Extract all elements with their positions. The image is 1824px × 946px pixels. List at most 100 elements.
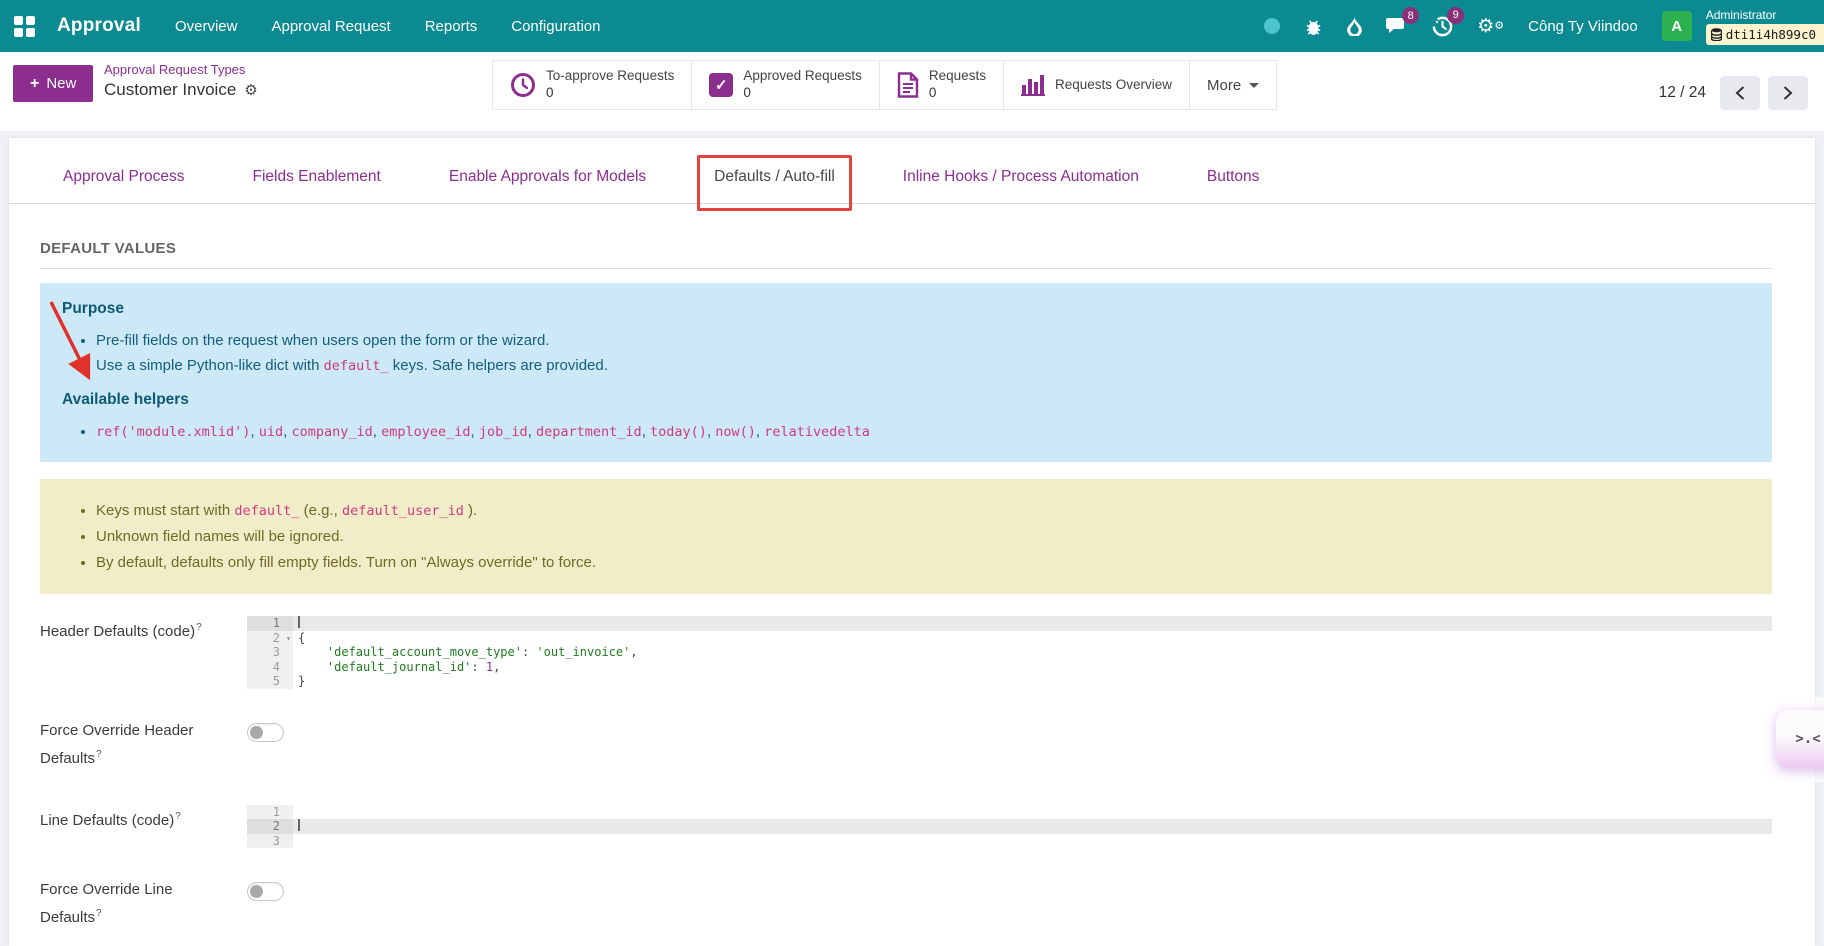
purpose-heading: Purpose bbox=[62, 300, 1750, 318]
record-title: Customer Invoice bbox=[104, 80, 236, 100]
bug-icon[interactable] bbox=[1304, 17, 1323, 36]
actions-gear-icon[interactable]: ⚙ bbox=[244, 81, 257, 99]
user-block[interactable]: Administrator dti1i4h899c0 bbox=[1706, 8, 1824, 45]
force-override-header-toggle[interactable] bbox=[247, 723, 284, 742]
menu-overview[interactable]: Overview bbox=[175, 18, 238, 35]
header-defaults-row: Header Defaults (code)? 1 2▾ 3 4 5 { bbox=[40, 616, 1772, 689]
help-icon[interactable]: ? bbox=[196, 622, 202, 633]
presence-dot-icon bbox=[1264, 18, 1280, 34]
database-badge: dti1i4h899c0 bbox=[1706, 24, 1824, 45]
tab-approval-process[interactable]: Approval Process bbox=[63, 168, 184, 186]
helpers-bullet: ref('module.xmlid'), uid, company_id, em… bbox=[96, 419, 1750, 445]
activities-badge: 9 bbox=[1447, 7, 1464, 24]
form-sheet: Approval Process Fields Enablement Enabl… bbox=[9, 138, 1815, 946]
more-button[interactable]: More bbox=[1189, 61, 1276, 109]
purpose-bullet-1: Pre-fill fields on the request when user… bbox=[96, 328, 1750, 353]
company-switcher[interactable]: Công Ty Viindoo bbox=[1528, 18, 1638, 35]
control-panel: + New Approval Request Types Customer In… bbox=[0, 52, 1824, 131]
breadcrumb: Approval Request Types Customer Invoice … bbox=[104, 62, 258, 100]
chevron-right-icon bbox=[1782, 85, 1794, 101]
content-background: Approval Process Fields Enablement Enabl… bbox=[0, 131, 1824, 946]
tab-inline-hooks[interactable]: Inline Hooks / Process Automation bbox=[903, 168, 1139, 186]
stat-button-to-approve[interactable]: To-approve Requests0 bbox=[493, 61, 691, 109]
database-name: dti1i4h899c0 bbox=[1726, 27, 1816, 42]
rules-bullet-1: Keys must start with default_ (e.g., def… bbox=[96, 498, 1750, 524]
pager-previous-button[interactable] bbox=[1720, 76, 1760, 110]
nav-menus: Overview Approval Request Reports Config… bbox=[175, 18, 601, 35]
avatar[interactable]: A bbox=[1662, 11, 1692, 41]
code-line bbox=[293, 834, 1772, 849]
editor-code-area[interactable]: { 'default_account_move_type': 'out_invo… bbox=[293, 616, 1772, 689]
activities-clock-icon[interactable]: 9 bbox=[1432, 16, 1453, 37]
rules-warning-panel: Keys must start with default_ (e.g., def… bbox=[40, 479, 1772, 594]
tab-buttons[interactable]: Buttons bbox=[1207, 168, 1260, 186]
force-override-header-row: Force Override Header Defaults? bbox=[40, 719, 1772, 771]
apps-grid-icon[interactable] bbox=[14, 16, 35, 37]
purpose-info-panel: Purpose Pre-fill fields on the request w… bbox=[40, 283, 1772, 462]
plus-icon: + bbox=[30, 76, 39, 92]
menu-configuration[interactable]: Configuration bbox=[511, 18, 600, 35]
menu-reports[interactable]: Reports bbox=[425, 18, 478, 35]
chatbot-widget-button[interactable]: >.< bbox=[1776, 710, 1824, 768]
line-defaults-label: Line Defaults (code)? bbox=[40, 805, 208, 833]
help-icon[interactable]: ? bbox=[175, 811, 181, 822]
section-title: DEFAULT VALUES bbox=[40, 240, 1772, 269]
text-cursor bbox=[298, 819, 300, 831]
editor-gutter: 1 2▾ 3 4 5 bbox=[247, 616, 293, 689]
database-icon bbox=[1711, 28, 1722, 41]
help-icon[interactable]: ? bbox=[96, 908, 102, 919]
form-fields: Header Defaults (code)? 1 2▾ 3 4 5 { bbox=[9, 594, 1815, 930]
notebook-tabs: Approval Process Fields Enablement Enabl… bbox=[9, 138, 1815, 204]
editor-code-area[interactable] bbox=[293, 805, 1772, 849]
code-line: { bbox=[293, 631, 1772, 646]
tab-fields-enablement[interactable]: Fields Enablement bbox=[252, 168, 380, 186]
tab-defaults-auto-fill[interactable]: Defaults / Auto-fill bbox=[714, 168, 835, 186]
document-icon bbox=[897, 72, 919, 98]
chevron-left-icon bbox=[1734, 85, 1746, 101]
new-button[interactable]: + New bbox=[13, 65, 93, 102]
code-line bbox=[293, 819, 1772, 834]
stat-button-group: To-approve Requests0 ✓ Approved Requests… bbox=[492, 60, 1277, 110]
app-name[interactable]: Approval bbox=[57, 15, 141, 37]
line-defaults-code-editor[interactable]: 1 2 3 bbox=[247, 805, 1772, 849]
header-defaults-label: Header Defaults (code)? bbox=[40, 616, 208, 644]
breadcrumb-parent-link[interactable]: Approval Request Types bbox=[104, 62, 258, 77]
code-line: 'default_journal_id': 1, bbox=[293, 660, 1772, 675]
line-defaults-row: Line Defaults (code)? 1 2 3 bbox=[40, 805, 1772, 849]
pager-value: 12 / 24 bbox=[1659, 84, 1706, 102]
rules-bullet-2: Unknown field names will be ignored. bbox=[96, 524, 1750, 550]
stat-button-approved[interactable]: ✓ Approved Requests0 bbox=[691, 61, 879, 109]
page: Approval Overview Approval Request Repor… bbox=[0, 0, 1824, 946]
header-defaults-code-editor[interactable]: 1 2▾ 3 4 5 { 'default_account_move_type'… bbox=[247, 616, 1772, 689]
bar-chart-icon bbox=[1021, 74, 1045, 96]
top-navbar: Approval Overview Approval Request Repor… bbox=[0, 0, 1824, 52]
pager-next-button[interactable] bbox=[1768, 76, 1808, 110]
helpers-heading: Available helpers bbox=[62, 391, 1750, 409]
water-drop-icon[interactable] bbox=[1347, 17, 1362, 36]
tab-enable-approvals-for-models[interactable]: Enable Approvals for Models bbox=[449, 168, 646, 186]
editor-gutter: 1 2 3 bbox=[247, 805, 293, 849]
code-line bbox=[293, 616, 1772, 631]
user-name: Administrator bbox=[1706, 8, 1777, 22]
stat-button-requests-overview[interactable]: Requests Overview bbox=[1003, 61, 1189, 109]
menu-approval-request[interactable]: Approval Request bbox=[271, 18, 390, 35]
force-override-line-label: Force Override Line Defaults? bbox=[40, 878, 208, 930]
text-cursor bbox=[298, 616, 300, 628]
check-icon: ✓ bbox=[709, 73, 733, 97]
messages-badge: 8 bbox=[1402, 7, 1419, 24]
fold-caret-icon[interactable]: ▾ bbox=[286, 632, 291, 647]
purpose-bullet-2: Use a simple Python-like dict with defau… bbox=[96, 353, 1750, 379]
force-override-header-label: Force Override Header Defaults? bbox=[40, 719, 208, 771]
force-override-line-row: Force Override Line Defaults? bbox=[40, 878, 1772, 930]
toggle-knob bbox=[250, 726, 263, 739]
pager: 12 / 24 bbox=[1659, 76, 1808, 110]
force-override-line-toggle[interactable] bbox=[247, 882, 284, 901]
stat-button-requests[interactable]: Requests0 bbox=[879, 61, 1003, 109]
code-line: 'default_account_move_type': 'out_invoic… bbox=[293, 645, 1772, 660]
help-icon[interactable]: ? bbox=[96, 749, 102, 760]
settings-gears-icon[interactable]: ⚙⚙ bbox=[1477, 17, 1504, 36]
code-line: } bbox=[293, 674, 1772, 689]
messages-icon[interactable]: 8 bbox=[1386, 16, 1408, 36]
chevron-down-icon bbox=[1249, 83, 1259, 88]
code-line bbox=[293, 805, 1772, 820]
